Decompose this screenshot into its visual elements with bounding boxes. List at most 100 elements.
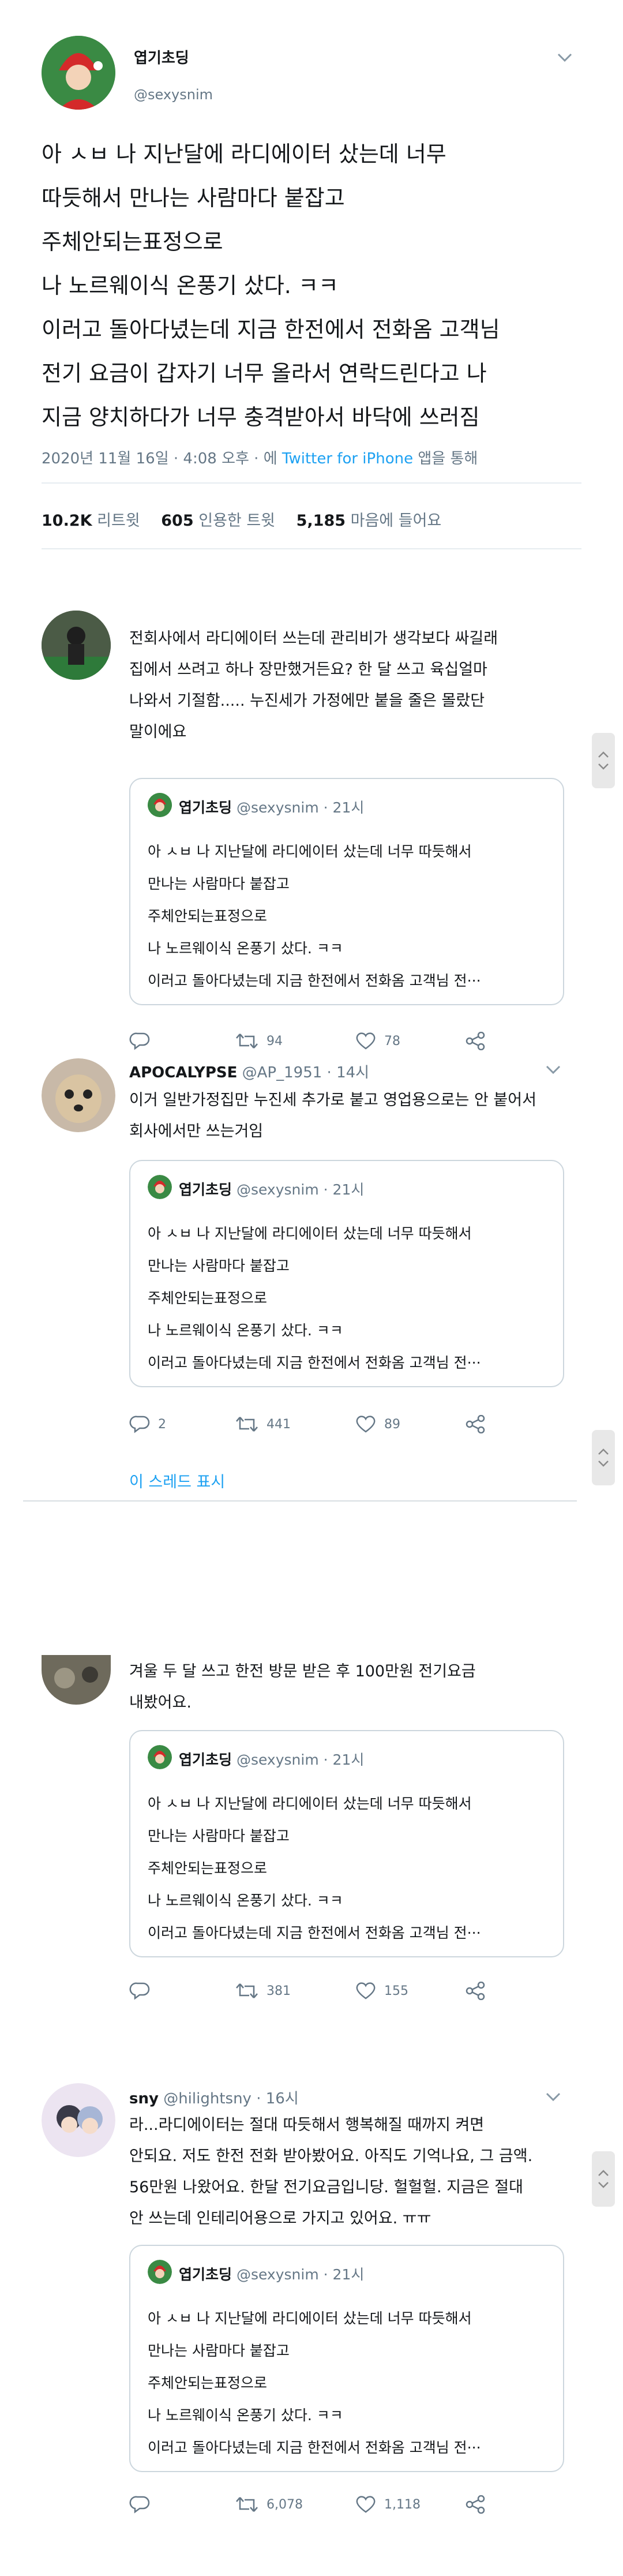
reply-button[interactable] (129, 1029, 158, 1053)
quoted-line: 주체안되는표정으로 (148, 2375, 268, 2391)
tweet-actions: 6,078 1,118 (129, 2493, 487, 2516)
like-label[interactable]: 마음에 들어요 (351, 512, 442, 530)
avatar[interactable] (42, 1058, 115, 1132)
avatar (148, 1175, 172, 1199)
reply-text-line: 나와서 기절함..... 누진세가 가정에만 붙을 줄은 몰랐단 (129, 692, 485, 710)
quoted-line: 나 노르웨이식 온풍기 샀다. ㅋㅋ (148, 1322, 343, 1339)
retweet-label[interactable]: 리트윗 (97, 512, 140, 530)
tweet-source-link[interactable]: Twitter for iPhone (282, 450, 413, 467)
quoted-line: 이러고 돌아다녔는데 지금 한전에서 전화옴 고객님 전··· (148, 1924, 481, 1941)
reply-text: 라...라디에이터는 절대 따듯해서 행복해질 때까지 켜면 안되요. 저도 한… (129, 2110, 585, 2234)
reply-text-line: 전회사에서 라디에이터 쓰는데 관리비가 생각보다 싸길래 (129, 630, 498, 647)
tweet-text-line: 주체안되는표정으로 (42, 229, 223, 254)
divider (42, 482, 581, 484)
quoted-line: 만나는 사람마다 붙잡고 (148, 1257, 290, 1274)
retweet-button[interactable]: 94 (235, 1029, 283, 1053)
quoted-handle: @sexysnim · 21시 (236, 1751, 365, 1768)
tweet-actions: 381 155 (129, 1979, 487, 2002)
chevron-down-icon[interactable] (546, 1065, 561, 1074)
retweet-button[interactable]: 381 (235, 1979, 291, 2002)
quoted-header: 엽기초딩 @sexysnim · 21시 (179, 1748, 364, 1769)
like-button[interactable]: 89 (355, 1413, 400, 1436)
chevron-down-icon (598, 763, 609, 770)
quoted-line: 나 노르웨이식 온풍기 샀다. ㅋㅋ (148, 1892, 343, 1909)
quoted-header: 엽기초딩 @sexysnim · 21시 (179, 796, 364, 817)
like-button[interactable]: 1,118 (355, 2493, 421, 2516)
quote-count[interactable]: 605 (161, 512, 193, 530)
reply-text-line: 겨울 두 달 쓰고 한전 방문 받은 후 100만원 전기요금 (129, 1663, 476, 1680)
reply-icon (129, 1982, 150, 2000)
reply-author-handle[interactable]: @hilightsny · 16시 (163, 2090, 299, 2107)
quoted-line: 주체안되는표정으로 (148, 1290, 268, 1306)
quoted-name: 엽기초딩 (179, 2266, 232, 2283)
quoted-tweet[interactable]: 엽기초딩 @sexysnim · 21시 아 ㅅㅂ 나 지난달에 라디에이터 샀… (129, 1730, 564, 1957)
reply-header: sny @hilightsny · 16시 (129, 2087, 299, 2108)
author-handle[interactable]: @sexysnim (134, 87, 213, 103)
reply-button[interactable] (129, 2493, 158, 2516)
reply-author-name[interactable]: APOCALYPSE (129, 1064, 237, 1081)
share-button[interactable] (465, 2493, 486, 2516)
reply-author-name[interactable]: sny (129, 2090, 159, 2107)
reply-text-line: 내봤어요. (129, 1694, 192, 1712)
quote-label[interactable]: 인용한 트윗 (198, 512, 275, 530)
retweet-button[interactable]: 6,078 (235, 2493, 303, 2516)
tweet-date[interactable]: 2020년 11월 16일 · 4:08 오후 · 에 (42, 450, 282, 467)
chevron-down-icon[interactable] (557, 53, 572, 62)
avatar (148, 1745, 172, 1769)
reply-text-line: 56만원 나왔어요. 한달 전기요금입니당. 헐헐헐. 지금은 절대 (129, 2178, 523, 2196)
retweet-count[interactable]: 10.2K (42, 512, 92, 530)
reply-author-handle[interactable]: @AP_1951 · 14시 (242, 1064, 369, 1081)
avatar[interactable] (42, 2083, 115, 2157)
reply-text: 겨울 두 달 쓰고 한전 방문 받은 후 100만원 전기요금 내봤어요. (129, 1656, 585, 1718)
quoted-tweet[interactable]: 엽기초딩 @sexysnim · 21시 아 ㅅㅂ 나 지난달에 라디에이터 샀… (129, 1160, 564, 1387)
scroll-button[interactable] (592, 2151, 615, 2207)
avatar (148, 793, 172, 817)
tweet-source-suffix: 앱을 통해 (413, 450, 478, 467)
reply-text: 전회사에서 라디에이터 쓰는데 관리비가 생각보다 싸길래 집에서 쓰려고 하나… (129, 623, 585, 748)
quoted-tweet[interactable]: 엽기초딩 @sexysnim · 21시 아 ㅅㅂ 나 지난달에 라디에이터 샀… (129, 2245, 564, 2472)
avatar[interactable] (42, 1655, 111, 1705)
divider (23, 1500, 577, 1502)
quoted-line: 주체안되는표정으로 (148, 1860, 268, 1877)
reply-text-line: 라...라디에이터는 절대 따듯해서 행복해질 때까지 켜면 (129, 2116, 485, 2134)
retweet-count: 94 (267, 1034, 283, 1049)
chevron-down-icon[interactable] (546, 2092, 561, 2102)
avatar[interactable] (42, 36, 115, 110)
like-count[interactable]: 5,185 (297, 512, 346, 530)
tweet-stats: 10.2K 리트윗 605 인용한 트윗 5,185 마음에 들어요 (42, 508, 457, 530)
like-button[interactable]: 155 (355, 1979, 408, 2002)
show-thread-link[interactable]: 이 스레드 표시 (129, 1469, 225, 1492)
quoted-tweet[interactable]: 엽기초딩 @sexysnim · 21시 아 ㅅㅂ 나 지난달에 라디에이터 샀… (129, 778, 564, 1005)
retweet-button[interactable]: 441 (235, 1413, 291, 1436)
chevron-down-icon (598, 1461, 609, 1467)
share-button[interactable] (465, 1413, 486, 1436)
tweet-text-line: 나 노르웨이식 온풍기 샀다. ㅋㅋ (42, 273, 339, 298)
chevron-up-icon (598, 751, 609, 758)
like-count: 78 (384, 1034, 400, 1049)
heart-icon (356, 1416, 376, 1433)
reply-icon (129, 1416, 150, 1433)
retweet-count: 441 (267, 1417, 291, 1432)
like-button[interactable]: 78 (355, 1029, 400, 1053)
retweet-count: 381 (267, 1983, 291, 1998)
author-name[interactable]: 엽기초딩 (134, 46, 189, 68)
quoted-line: 주체안되는표정으로 (148, 908, 268, 924)
reply-button[interactable] (129, 1979, 158, 2002)
reply-button[interactable]: 2 (129, 1413, 166, 1436)
scroll-button[interactable] (592, 733, 615, 788)
reply-text-line: 회사에서만 쓰는거임 (129, 1122, 264, 1140)
quoted-line: 아 ㅅㅂ 나 지난달에 라디에이터 샀는데 너무 따듯해서 (148, 2310, 472, 2327)
scroll-button[interactable] (592, 1430, 615, 1485)
share-button[interactable] (465, 1029, 486, 1053)
avatar[interactable] (42, 611, 111, 680)
quoted-line: 이러고 돌아다녔는데 지금 한전에서 전화옴 고객님 전··· (148, 2439, 481, 2456)
quoted-line: 만나는 사람마다 붙잡고 (148, 2342, 290, 2359)
chevron-up-icon (598, 1448, 609, 1455)
tweet-meta: 2020년 11월 16일 · 4:08 오후 · 에 Twitter for … (42, 447, 478, 468)
quoted-name: 엽기초딩 (179, 1181, 232, 1198)
share-button[interactable] (465, 1979, 486, 2002)
quoted-handle: @sexysnim · 21시 (236, 1181, 365, 1198)
quoted-header: 엽기초딩 @sexysnim · 21시 (179, 1178, 364, 1199)
retweet-icon (236, 1983, 258, 1998)
quoted-line: 아 ㅅㅂ 나 지난달에 라디에이터 샀는데 너무 따듯해서 (148, 843, 472, 860)
